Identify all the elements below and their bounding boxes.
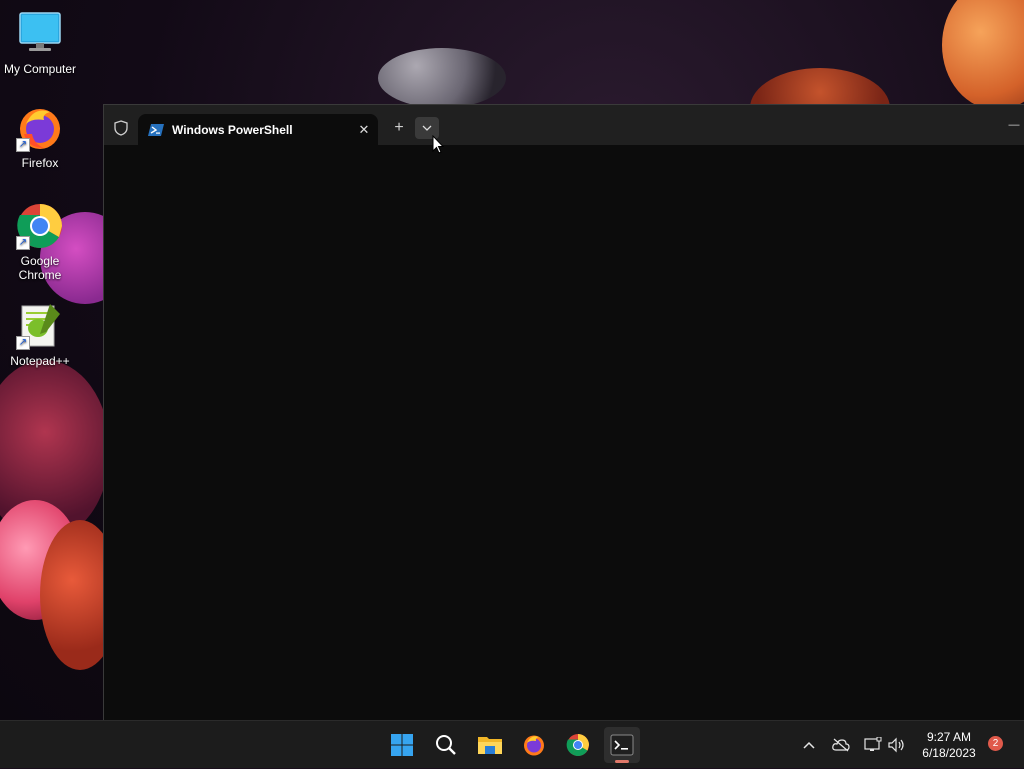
minimize-button[interactable]: — xyxy=(1004,115,1024,135)
new-tab-button[interactable]: + xyxy=(388,117,410,139)
taskbar: 9:27 AM 6/18/2023 xyxy=(0,720,1024,768)
network-button[interactable] xyxy=(862,721,884,769)
file-explorer-button[interactable] xyxy=(472,727,508,763)
tab-windows-powershell[interactable]: Windows PowerShell ✕ xyxy=(138,114,378,146)
monitor-icon xyxy=(16,10,64,58)
desktop-icon-label: Notepad++ xyxy=(10,354,70,368)
desktop-icon-label: My Computer xyxy=(3,62,77,76)
terminal-icon xyxy=(610,734,634,756)
terminal-content[interactable] xyxy=(104,145,1024,721)
chrome-taskbar-button[interactable] xyxy=(560,727,596,763)
chevron-up-icon xyxy=(803,741,815,749)
terminal-titlebar[interactable]: Windows PowerShell ✕ + — xyxy=(104,105,1024,146)
search-button[interactable] xyxy=(428,727,464,763)
file-explorer-icon xyxy=(478,737,502,754)
chrome-icon: ↗ xyxy=(16,202,64,250)
firefox-icon: ↗ xyxy=(16,104,64,152)
mouse-cursor-icon xyxy=(432,134,445,160)
shortcut-arrow-icon: ↗ xyxy=(16,336,30,350)
wallpaper-glass-shape xyxy=(378,48,506,108)
desktop-icon-label: Firefox xyxy=(21,156,59,170)
desktop-icon-label: Google Chrome xyxy=(18,254,62,282)
shortcut-arrow-icon: ↗ xyxy=(16,236,30,250)
chrome-icon xyxy=(566,734,589,756)
notepadpp-icon: ↗ xyxy=(16,302,64,350)
wallpaper-orange-sphere xyxy=(942,0,1024,110)
start-icon xyxy=(391,734,413,756)
desktop-icon-firefox[interactable]: ↗ Firefox xyxy=(0,104,80,170)
shortcut-arrow-icon: ↗ xyxy=(16,138,30,152)
onedrive-button[interactable] xyxy=(830,721,852,769)
desktop-icon-notepadpp[interactable]: ↗ Notepad++ xyxy=(0,302,80,368)
terminal-taskbar-button[interactable] xyxy=(604,727,640,763)
chevron-down-icon xyxy=(422,125,432,131)
firefox-icon xyxy=(524,735,544,756)
volume-button[interactable] xyxy=(886,721,908,769)
network-icon xyxy=(864,737,882,751)
tab-title: Windows PowerShell xyxy=(172,123,293,137)
cloud-offline-icon xyxy=(832,738,850,752)
terminal-window[interactable]: Windows PowerShell ✕ + — xyxy=(103,104,1024,721)
clock-date: 6/18/2023 xyxy=(922,746,976,760)
powershell-icon xyxy=(148,123,164,137)
notification-badge[interactable]: 2 xyxy=(988,736,1003,751)
shield-icon xyxy=(112,119,130,137)
speaker-icon xyxy=(888,737,904,753)
desktop-icon-chrome[interactable]: ↗ Google Chrome xyxy=(0,202,80,282)
active-app-indicator xyxy=(615,760,629,763)
clock-time: 9:27 AM xyxy=(926,730,972,744)
show-hidden-icons-button[interactable] xyxy=(798,721,820,769)
clock[interactable]: 9:27 AM 6/18/2023 xyxy=(912,729,986,761)
search-icon xyxy=(436,735,456,755)
desktop-icon-my-computer[interactable]: My Computer xyxy=(0,10,80,76)
start-button[interactable] xyxy=(384,727,420,763)
firefox-taskbar-button[interactable] xyxy=(516,727,552,763)
close-tab-button[interactable]: ✕ xyxy=(350,122,378,138)
